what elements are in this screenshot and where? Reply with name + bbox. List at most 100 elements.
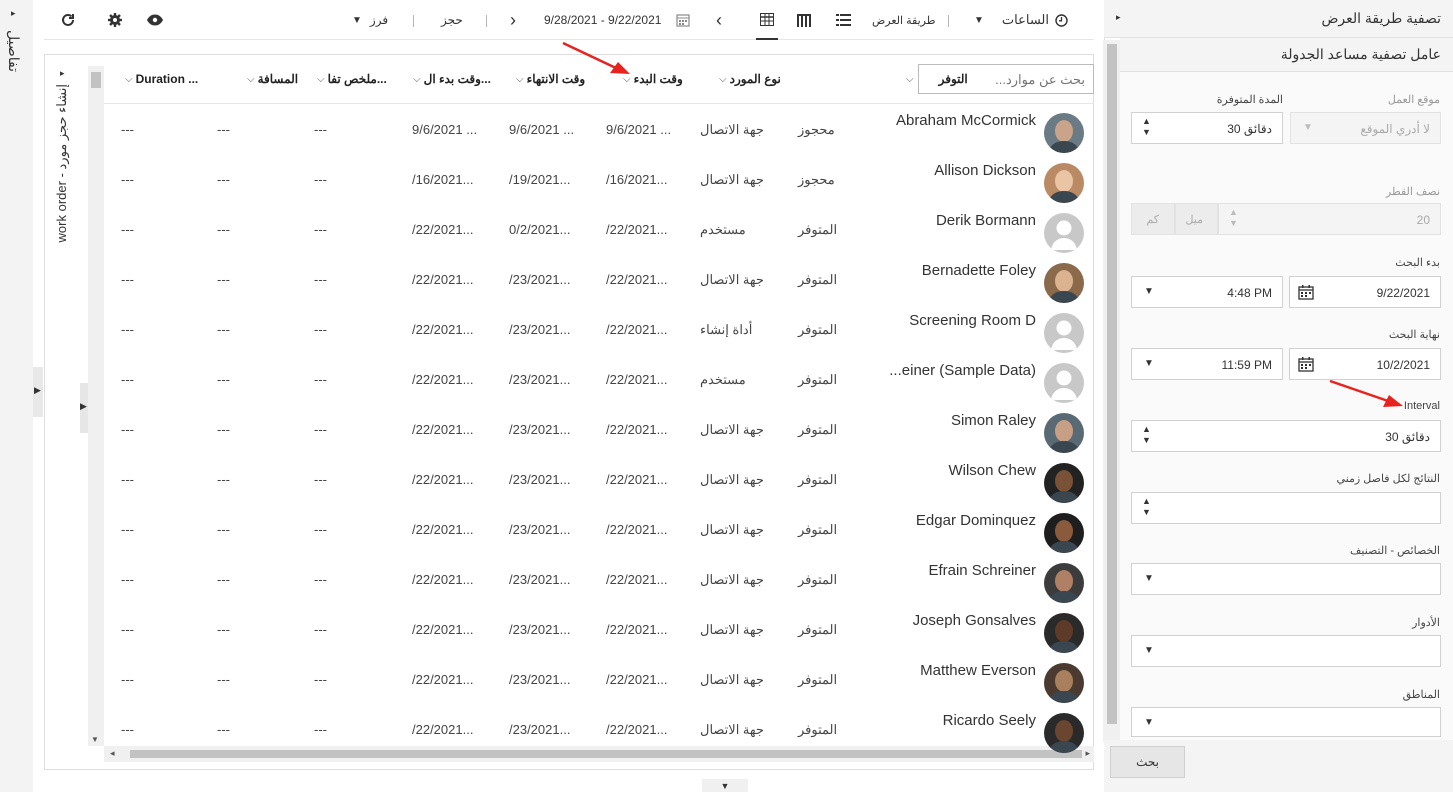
cell-end: /23/2021...	[509, 672, 571, 687]
sort-label: فرز	[369, 13, 389, 27]
table-row[interactable]: ...einer (Sample Data) المتوفر مستخدم/22/2…	[104, 356, 1094, 406]
avatar	[1044, 563, 1084, 603]
cell-end: /23/2021...	[509, 722, 571, 737]
resource-name[interactable]: Efrain Schreiner	[928, 562, 1036, 579]
search-start-time[interactable]: ▼ 4:48 PM	[1131, 276, 1283, 308]
cell-summary: ---	[314, 622, 327, 637]
resource-name[interactable]: ...einer (Sample Data)	[889, 362, 1036, 379]
hourly-view-button[interactable]	[797, 0, 811, 40]
grid-collapse-handle[interactable]: ▶	[80, 383, 88, 433]
header-travel-start[interactable]: ⌵ وقت بدء ال...	[410, 64, 491, 94]
caret-down-icon: ▼	[720, 781, 730, 791]
settings-button[interactable]	[107, 0, 123, 40]
stepper-icon: ▲ ▼	[1142, 496, 1151, 517]
cell-end: /23/2021...	[509, 622, 571, 637]
cell-duration: ---	[121, 122, 134, 137]
expand-details-icon[interactable]: ▸	[11, 8, 16, 19]
table-row[interactable]: Joseph Gonsalves المتوفر جهة الاتصال/22/20…	[104, 606, 1094, 656]
results-per-slot-stepper[interactable]: ▲ ▼	[1131, 492, 1441, 524]
cell-duration: ---	[121, 572, 134, 587]
table-row[interactable]: Derik Bormann المتوفر مستخدم/22/2021... 0/2…	[104, 206, 1094, 256]
header-summary[interactable]: ⌵ ملخص تفا...	[314, 64, 387, 94]
grid-view-button[interactable]	[756, 0, 778, 40]
hours-dropdown[interactable]: ▼ الساعات	[974, 0, 1068, 40]
cell-duration: ---	[121, 322, 134, 337]
cell-duration: ---	[121, 472, 134, 487]
table-row[interactable]: Edgar Dominquez المتوفر جهة الاتصال/22/202…	[104, 506, 1094, 556]
interval-stepper[interactable]: ▲ ▼ 30 دقائق	[1131, 420, 1441, 452]
search-start-date[interactable]: 9/22/2021	[1289, 276, 1441, 308]
cell-avail: المتوفر	[798, 522, 838, 537]
resource-name[interactable]: Wilson Chew	[948, 462, 1036, 479]
list-view-button[interactable]	[836, 0, 851, 40]
search-end-time[interactable]: ▼ 11:59 PM	[1131, 348, 1283, 380]
cell-type: جهة الاتصال	[700, 422, 764, 437]
resource-name[interactable]: Abraham McCormick	[896, 112, 1036, 129]
calendar-button[interactable]	[676, 0, 690, 40]
cell-summary: ---	[314, 172, 327, 187]
details-pane[interactable]: ▸ تفاصيل	[0, 0, 33, 792]
header-distance[interactable]: ⌵ المسافة	[244, 64, 298, 94]
cell-type: جهة الاتصال	[700, 722, 764, 737]
table-row[interactable]: Screening Room D المتوفر أداة إنشاء/22/202…	[104, 306, 1094, 356]
date-range[interactable]: 9/28/2021 - 9/22/2021	[544, 0, 661, 40]
characteristics-label: الخصائص - التصنيف	[1349, 545, 1440, 557]
prev-period-button[interactable]: ‹	[716, 0, 722, 40]
table-row[interactable]: Simon Raley المتوفر جهة الاتصال/22/2021...…	[104, 406, 1094, 456]
characteristics-select[interactable]: ▼	[1131, 563, 1441, 595]
chevron-down-icon: ⌵	[247, 73, 255, 85]
table-row[interactable]: Abraham McCormick محجوز جهة الاتصال 9/6/202…	[104, 106, 1094, 156]
available-duration-stepper[interactable]: ▲ ▼ 30 دقائق	[1131, 112, 1283, 144]
cell-start: /22/2021...	[606, 372, 668, 387]
resource-name[interactable]: Simon Raley	[951, 412, 1036, 429]
chevron-right-icon: ▶	[80, 401, 87, 411]
table-row[interactable]: Bernadette Foley المتوفر جهة الاتصال/22/20…	[104, 256, 1094, 306]
territories-select[interactable]: ▼	[1131, 707, 1441, 737]
grid-vertical-scrollbar[interactable]: ▼	[88, 66, 104, 746]
table-row[interactable]: Efrain Schreiner المتوفر جهة الاتصال/22/20…	[104, 556, 1094, 606]
cell-avail: المتوفر	[798, 422, 838, 437]
booking-side-tab[interactable]: ▸ work order - إنشاء حجز مورد	[54, 60, 78, 360]
cell-distance: ---	[217, 322, 230, 337]
work-location-label: موقع العمل	[1387, 94, 1440, 106]
resource-name[interactable]: Allison Dickson	[934, 162, 1036, 179]
next-period-button[interactable]: ›	[510, 0, 516, 40]
header-resource-type[interactable]: ⌵ نوع المورد	[716, 64, 781, 94]
avatar	[1044, 713, 1084, 753]
table-row[interactable]: Matthew Everson المتوفر جهة الاتصال/22/202…	[104, 656, 1094, 706]
search-button[interactable]: بحث	[1110, 746, 1185, 778]
sort-dropdown[interactable]: ▼ فرز	[352, 0, 388, 40]
search-end-date[interactable]: 10/2/2021	[1289, 348, 1441, 380]
left-collapse-handle[interactable]: ▶	[33, 367, 43, 417]
cell-end: /23/2021...	[509, 422, 571, 437]
resource-name[interactable]: Derik Bormann	[936, 212, 1036, 229]
search-end-date-value: 10/2/2021	[1376, 358, 1430, 372]
header-availability[interactable]: ⌵ التوفر	[903, 64, 968, 94]
resource-name[interactable]: Screening Room D	[909, 312, 1036, 329]
header-duration[interactable]: ⌵ Duration ...	[122, 64, 198, 94]
refresh-button[interactable]	[60, 0, 76, 40]
bottom-expand-handle[interactable]: ▼	[702, 779, 748, 792]
filter-scrollbar[interactable]	[1104, 40, 1120, 740]
roles-label: الأدوار	[1412, 617, 1440, 629]
table-row[interactable]: Allison Dickson محجوز جهة الاتصال/16/2021.…	[104, 156, 1094, 206]
resource-name[interactable]: Edgar Dominquez	[916, 512, 1036, 529]
cell-duration: ---	[121, 722, 134, 737]
cell-type: جهة الاتصال	[700, 172, 764, 187]
table-row[interactable]: Wilson Chew المتوفر جهة الاتصال/22/2021...…	[104, 456, 1094, 506]
resource-name[interactable]: Joseph Gonsalves	[913, 612, 1036, 629]
resource-name[interactable]: Bernadette Foley	[922, 262, 1036, 279]
resource-name[interactable]: Matthew Everson	[920, 662, 1036, 679]
show-hide-button[interactable]	[146, 0, 164, 40]
scroll-down-icon: ▼	[91, 735, 99, 744]
filter-title-bar[interactable]: ▸ تصفية طريقة العرض	[1104, 0, 1453, 38]
roles-select[interactable]: ▼	[1131, 635, 1441, 667]
avatar	[1044, 663, 1084, 703]
book-button[interactable]: حجز	[441, 0, 463, 40]
table-row[interactable]: Ricardo Seely المتوفر جهة الاتصال/22/2021.…	[104, 706, 1094, 756]
resource-name[interactable]: Ricardo Seely	[943, 712, 1036, 729]
avatar	[1044, 413, 1084, 453]
cell-summary: ---	[314, 522, 327, 537]
stepper-icon: ▲ ▼	[1142, 424, 1151, 445]
cell-type: مستخدم	[700, 372, 746, 387]
